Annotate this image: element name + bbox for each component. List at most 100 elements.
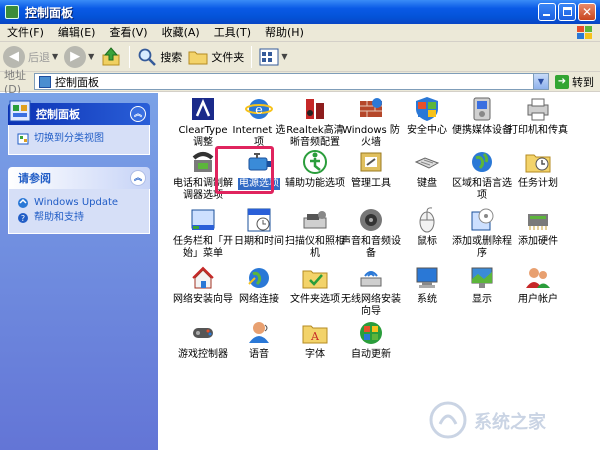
close-button[interactable]: ✕ — [578, 3, 596, 21]
item-label: 鼠标 — [417, 236, 437, 247]
control-panel-item[interactable]: 显示 — [451, 264, 513, 326]
search-icon — [138, 48, 157, 66]
title-bar[interactable]: 控制面板 ✕ — [0, 0, 600, 24]
folders-button[interactable]: 文件夹 — [185, 44, 247, 70]
control-panel-item[interactable]: 无线网络安装向导 — [340, 264, 402, 326]
search-button[interactable]: 搜索 — [134, 44, 185, 70]
forward-button[interactable]: ▶ ▼ — [61, 44, 97, 70]
see-also-panel-header[interactable]: 请参阅 ︽ — [8, 167, 150, 189]
control-panel-item[interactable]: 语音 — [228, 319, 290, 381]
collapse-icon[interactable]: ︽ — [130, 106, 146, 122]
item-label: 添加或删除程序 — [452, 236, 512, 259]
control-panel-item[interactable]: 添加硬件 — [507, 206, 569, 268]
item-label: 日期和时间 — [234, 236, 284, 247]
item-label: ClearType 调整 — [178, 125, 228, 148]
control-panel-item[interactable]: 用户帐户 — [507, 264, 569, 326]
menu-tools[interactable]: 工具(T) — [207, 25, 258, 41]
control-panel-item[interactable]: A 字体 — [284, 319, 346, 381]
control-panel-item[interactable]: 任务栏和「开始」菜单 — [172, 206, 234, 268]
control-panel-item[interactable]: 网络连接 — [228, 264, 290, 326]
window-title: 控制面板 — [25, 5, 74, 20]
menu-edit[interactable]: 编辑(E) — [51, 25, 103, 41]
up-button[interactable] — [97, 44, 125, 70]
control-panel-item[interactable]: 辅助功能选项 — [284, 148, 346, 210]
menu-view[interactable]: 查看(V) — [102, 25, 154, 41]
panel-body: Windows Update ? 帮助和支持 — [8, 189, 150, 234]
folder-options-icon — [302, 270, 328, 289]
item-label: 网络安装向导 — [173, 294, 233, 305]
switch-category-view-link[interactable]: 切换到分类视图 — [17, 131, 143, 146]
accessibility-icon — [303, 150, 327, 174]
back-button[interactable]: ◀ 后退 ▼ — [0, 44, 61, 70]
maximize-button[interactable] — [558, 3, 576, 21]
see-also-panel: 请参阅 ︽ Windows Update ? 帮助和支持 — [8, 167, 150, 234]
collapse-icon[interactable]: ︽ — [130, 170, 146, 186]
control-panel-item[interactable]: 管理工具 — [340, 148, 402, 210]
menu-file[interactable]: 文件(F) — [0, 25, 51, 41]
item-label: Internet 选项 — [232, 125, 286, 148]
control-panel-item[interactable]: 任务计划 — [507, 148, 569, 210]
up-folder-icon — [102, 46, 120, 65]
control-panel-item[interactable]: 扫描仪和照相机 — [284, 206, 346, 268]
help-support-link[interactable]: ? 帮助和支持 — [17, 210, 143, 225]
control-panel-item[interactable]: 电源选项 — [228, 148, 290, 210]
item-label: 文件夹选项 — [290, 294, 340, 305]
control-panel-item[interactable]: 网络安装向导 — [172, 264, 234, 326]
item-label: Realtek高清晰音频配置 — [286, 125, 344, 148]
menu-favorites[interactable]: 收藏(A) — [155, 25, 207, 41]
chevron-down-icon[interactable]: ▼ — [88, 52, 94, 61]
taskbar-icon — [191, 209, 215, 230]
address-input[interactable]: 控制面板 ▼ — [34, 73, 549, 90]
item-label: 显示 — [472, 294, 492, 305]
control-panel-panel-header[interactable]: 控制面板 ︽ — [8, 100, 150, 125]
control-panel-item[interactable]: 电话和调制解调器选项 — [172, 148, 234, 210]
control-panel-item[interactable]: 区域和语言选项 — [451, 148, 513, 210]
control-panel-item[interactable]: 鼠标 — [396, 206, 458, 268]
go-button[interactable]: ➜ 转到 — [555, 74, 594, 90]
keyboard-icon — [414, 157, 440, 169]
control-panel-item[interactable]: 文件夹选项 — [284, 264, 346, 326]
watermark-logo-icon — [429, 401, 467, 439]
control-panel-item[interactable]: 自动更新 — [340, 319, 402, 381]
fonts-icon: A — [302, 325, 328, 344]
network-icon — [248, 268, 269, 288]
item-label: 安全中心 — [407, 125, 447, 136]
control-panel-item[interactable]: 添加或删除程序 — [451, 206, 513, 268]
network-wizard-icon — [192, 266, 214, 289]
menu-help[interactable]: 帮助(H) — [258, 25, 311, 41]
chevron-down-icon[interactable]: ▼ — [52, 52, 58, 61]
go-label: 转到 — [572, 75, 594, 89]
minimize-button[interactable] — [538, 3, 556, 21]
cleartype-icon — [192, 98, 214, 120]
svg-text:A: A — [310, 330, 320, 343]
control-panel-item[interactable]: 游戏控制器 — [172, 319, 234, 381]
windows-update-label: Windows Update — [34, 197, 119, 208]
watermark-text: 系统之家 — [474, 412, 546, 433]
control-panel-item[interactable]: 键盘 — [396, 148, 458, 210]
control-panel-icon — [5, 5, 19, 19]
hardware-icon — [528, 214, 548, 230]
control-panel-item[interactable]: 系统 — [396, 264, 458, 326]
chevron-down-icon[interactable]: ▼ — [281, 52, 287, 61]
wireless-icon — [360, 271, 382, 287]
svg-text:e: e — [255, 103, 263, 118]
item-label: 打印机和传真 — [508, 125, 568, 136]
audio-icon — [306, 99, 324, 119]
control-panel-item[interactable]: 日期和时间 — [228, 206, 290, 268]
item-label: Windows 防火墙 — [342, 125, 400, 148]
windows-update-link[interactable]: Windows Update — [17, 195, 143, 210]
control-panel-panel: 控制面板 ︽ 切换到分类视图 — [8, 100, 150, 155]
watermark: 系统之家 — [428, 400, 588, 440]
firewall-icon — [360, 98, 382, 117]
item-label: 网络连接 — [239, 294, 279, 305]
item-label: 字体 — [305, 349, 325, 360]
printer-icon — [527, 98, 549, 121]
switch-category-view-label: 切换到分类视图 — [34, 133, 104, 144]
views-button[interactable]: ▼ — [256, 44, 290, 70]
address-dropdown-icon[interactable]: ▼ — [533, 74, 548, 89]
item-label: 扫描仪和照相机 — [285, 236, 345, 259]
control-panel-item[interactable]: 声音和音频设备 — [340, 206, 402, 268]
item-label: 辅助功能选项 — [285, 178, 345, 189]
address-bar: 地址(D) 控制面板 ▼ ➜ 转到 — [0, 69, 600, 96]
scanner-icon — [303, 211, 327, 229]
